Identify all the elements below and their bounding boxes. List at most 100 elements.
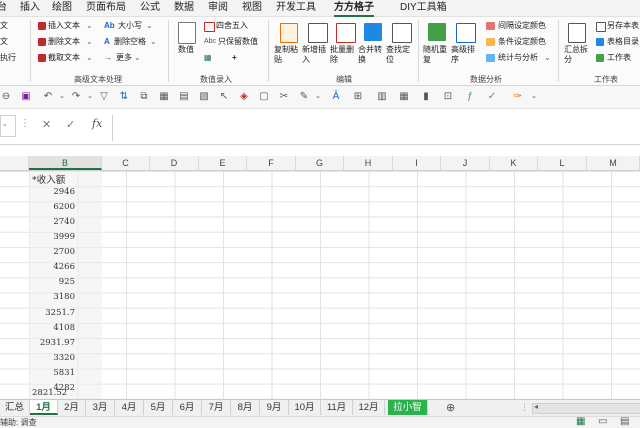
text-format-icon[interactable]: Ā xyxy=(330,91,342,103)
tab-xiaozhi[interactable]: 拉小智 xyxy=(388,400,428,415)
check-icon[interactable]: ✓ xyxy=(486,91,498,103)
menu-review[interactable]: 审阅 xyxy=(208,1,228,15)
tab-mar[interactable]: 3月 xyxy=(86,400,115,415)
edit-icon[interactable]: ✎ xyxy=(298,91,310,103)
grid-icon[interactable]: ▦ xyxy=(204,53,212,63)
tab-may[interactable]: 5月 xyxy=(144,400,173,415)
confirm-icon[interactable]: ✓ xyxy=(66,118,75,131)
menu-developer[interactable]: 开发工具 xyxy=(276,1,316,15)
column-icon[interactable]: ▮ xyxy=(420,91,432,103)
chevron-down-icon[interactable]: ⌄ xyxy=(528,91,540,103)
cell-value[interactable]: 925 xyxy=(59,277,75,287)
table-icon[interactable]: ▤ xyxy=(178,91,190,103)
undo-icon[interactable]: ↶ xyxy=(42,91,54,103)
cut-icon[interactable]: ✂ xyxy=(278,91,290,103)
column-header-j[interactable]: J xyxy=(441,156,490,170)
cell-icon[interactable]: ▢ xyxy=(258,91,270,103)
plus-icon[interactable]: + xyxy=(232,53,237,63)
cell-value[interactable]: 4266 xyxy=(53,262,75,272)
sort-icon[interactable]: ⇅ xyxy=(118,91,130,103)
tab-nov[interactable]: 11月 xyxy=(321,400,353,415)
cell-value[interactable]: 2700 xyxy=(53,247,75,257)
grid-icon[interactable]: ▦ xyxy=(158,91,170,103)
chevron-down-icon[interactable]: ⌄ xyxy=(312,91,324,103)
redo-icon[interactable]: ↷ xyxy=(70,91,82,103)
cell-value[interactable]: 4108 xyxy=(53,323,75,333)
add-sheet-icon[interactable]: ⊕ xyxy=(446,401,455,414)
format-icon[interactable]: ▧ xyxy=(198,91,210,103)
cell-value[interactable]: 3180 xyxy=(53,292,75,302)
column-header-k[interactable]: K xyxy=(490,156,538,170)
menu-formulas[interactable]: 公式 xyxy=(140,1,160,15)
chart-icon[interactable]: ▥ xyxy=(376,91,388,103)
resize-handle-icon[interactable]: ⋮ xyxy=(20,118,30,129)
scroll-left-icon[interactable]: ◂ xyxy=(534,402,538,411)
tab-jul[interactable]: 7月 xyxy=(202,400,231,415)
cell-value[interactable]: 3320 xyxy=(53,353,75,363)
layout-icon[interactable]: ▦ xyxy=(398,91,410,103)
formula-input[interactable] xyxy=(112,115,640,141)
menu-diy-toolbox[interactable]: DIY工具箱 xyxy=(400,1,447,15)
column-header-c[interactable]: C xyxy=(102,156,150,170)
tab-sep[interactable]: 9月 xyxy=(260,400,289,415)
chevron-down-icon[interactable]: ⌄ xyxy=(56,91,68,103)
cell-value[interactable]: 3999 xyxy=(53,232,75,242)
cell-value[interactable]: 3251.7 xyxy=(45,308,75,318)
menu-start[interactable]: 台 xyxy=(0,1,7,15)
menu-page-layout[interactable]: 页面布局 xyxy=(86,1,126,15)
cell-value[interactable]: 5831 xyxy=(53,368,75,378)
cell-value[interactable]: 2946 xyxy=(53,187,75,197)
cell-value[interactable]: 2740 xyxy=(53,217,75,227)
name-box[interactable]: ⌄ xyxy=(0,115,16,137)
filter-icon[interactable]: ▽ xyxy=(98,91,110,103)
page-break-icon[interactable]: ▤ xyxy=(620,416,629,427)
pointer-icon[interactable]: ↖ xyxy=(218,91,230,103)
link-icon[interactable]: ⊞ xyxy=(352,91,364,103)
tab-feb[interactable]: 2月 xyxy=(58,400,86,415)
fx-icon[interactable]: fx xyxy=(92,117,102,130)
normal-view-icon[interactable]: ▦ xyxy=(576,416,585,427)
column-header-i[interactable]: I xyxy=(393,156,441,170)
menu-fangfang[interactable]: 方方格子 xyxy=(334,1,374,17)
tab-dec[interactable]: 12月 xyxy=(353,400,385,415)
brush-icon[interactable]: ✑ xyxy=(512,91,524,103)
tab-jan[interactable]: 1月 xyxy=(30,400,58,415)
column-header-e[interactable]: E xyxy=(199,156,247,170)
function-icon[interactable]: ƒ xyxy=(464,91,476,103)
shape-icon[interactable]: ◈ xyxy=(238,91,250,103)
lock-icon[interactable]: ⊡ xyxy=(442,91,454,103)
partial-label-3[interactable]: 执行 xyxy=(0,53,16,63)
copy-icon[interactable]: ⧉ xyxy=(138,91,150,103)
column-header-g[interactable]: G xyxy=(296,156,344,170)
horizontal-scrollbar[interactable]: ◂ xyxy=(532,402,640,414)
tab-oct[interactable]: 10月 xyxy=(289,400,321,415)
menu-draw[interactable]: 绘图 xyxy=(52,1,72,15)
column-header-l[interactable]: L xyxy=(538,156,587,170)
page-layout-icon[interactable]: ▭ xyxy=(598,416,607,427)
circle-minus-icon[interactable]: ⊖ xyxy=(0,91,12,103)
column-header-d[interactable]: D xyxy=(150,156,199,170)
partial-label-1[interactable]: 文 xyxy=(0,21,8,31)
tab-jun[interactable]: 6月 xyxy=(173,400,202,415)
resize-handle-icon[interactable]: ⋮ xyxy=(520,402,529,413)
cell-value[interactable]: 6200 xyxy=(53,202,75,212)
column-header-b[interactable]: B xyxy=(29,156,102,170)
cell-grid[interactable]: *收入额 2946 6200 2740 3999 2700 4266 925 3… xyxy=(0,171,640,399)
tab-summary[interactable]: 汇总 xyxy=(0,400,30,415)
column-header-m[interactable]: M xyxy=(587,156,640,170)
cell-b-header[interactable]: *收入额 xyxy=(32,172,65,186)
tab-aug[interactable]: 8月 xyxy=(231,400,260,415)
cancel-icon[interactable]: ✕ xyxy=(42,118,51,131)
column-header-f[interactable]: F xyxy=(247,156,296,170)
menu-data[interactable]: 数据 xyxy=(174,1,194,15)
menu-insert[interactable]: 插入 xyxy=(20,1,40,15)
cell-value[interactable]: 2931.97 xyxy=(40,338,75,348)
corner-cell[interactable] xyxy=(0,156,29,170)
column-header-h[interactable]: H xyxy=(344,156,393,170)
cell-value-last[interactable]: 2821.52 xyxy=(32,388,67,398)
tab-apr[interactable]: 4月 xyxy=(115,400,144,415)
save-icon[interactable]: ▣ xyxy=(20,91,32,103)
partial-label-2[interactable]: 文 xyxy=(0,37,8,47)
chevron-down-icon[interactable]: ⌄ xyxy=(84,91,96,103)
menu-view[interactable]: 视图 xyxy=(242,1,262,15)
